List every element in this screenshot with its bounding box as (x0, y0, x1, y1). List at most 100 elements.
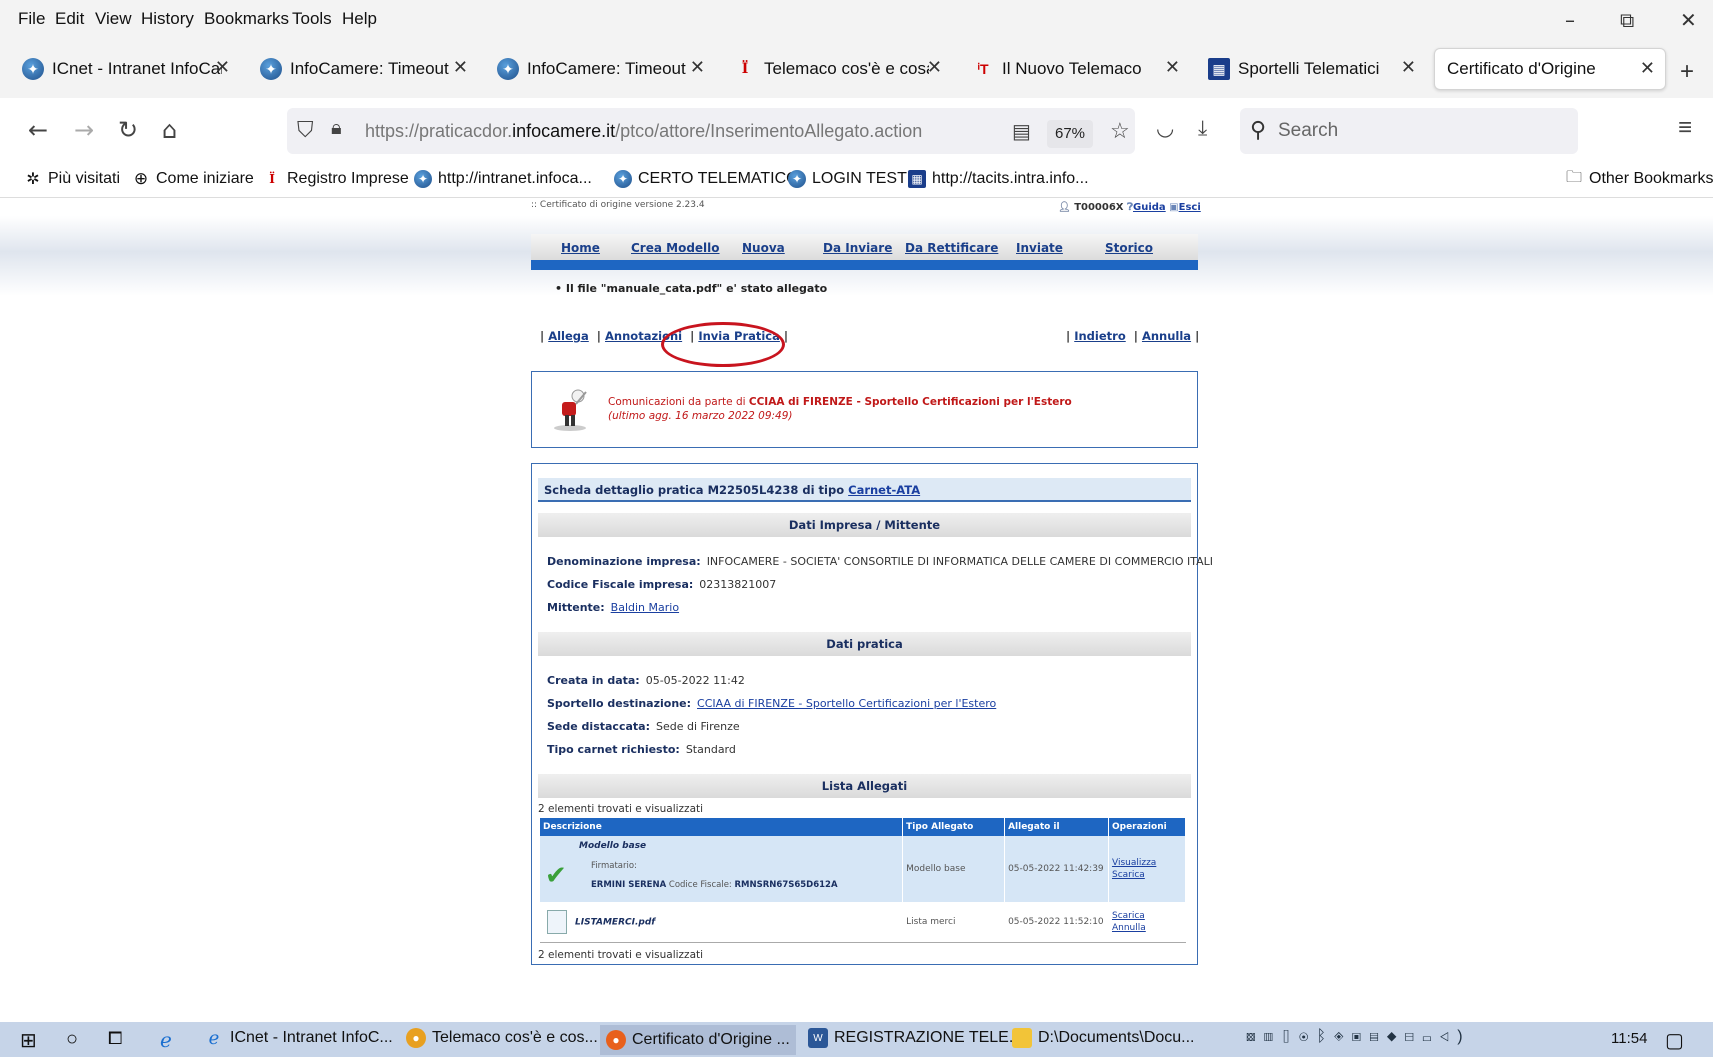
bookmark-piu-visitati[interactable]: ✲ Più visitati (24, 170, 120, 188)
menu-history[interactable]: History (141, 9, 194, 29)
attachment-name: Modello base (579, 841, 647, 851)
bookmark-intranet[interactable]: ✦ http://intranet.infoca... (414, 170, 592, 188)
indietro-link[interactable]: Indietro (1074, 329, 1126, 343)
tray-app-icon[interactable]: ▣ (1352, 1028, 1370, 1045)
tray-app-icon[interactable]: ▩ (1246, 1028, 1264, 1045)
carnet-ata-link[interactable]: Carnet-ATA (848, 483, 920, 497)
shield-icon[interactable]: ◆ (1387, 1028, 1405, 1045)
address-bar[interactable]: ⛉ 🔒︎ https://praticacdor.infocamere.it/p… (287, 108, 1135, 154)
bookmark-come-iniziare[interactable]: ⊕ Come iniziare (132, 169, 254, 188)
nav-da-inviare[interactable]: Da Inviare (823, 241, 892, 255)
nav-inviate[interactable]: Inviate (1016, 241, 1063, 255)
esci-link[interactable]: Esci (1179, 202, 1201, 213)
nav-nuova[interactable]: Nuova (742, 241, 785, 255)
hp-icon[interactable]: ◉ (1299, 1028, 1317, 1045)
bookmark-label: LOGIN TEST (812, 170, 907, 187)
nav-home[interactable]: Home (561, 241, 600, 255)
taskbar-item-word[interactable]: W REGISTRAZIONE TELE... (808, 1028, 1022, 1048)
menu-file[interactable]: File (18, 9, 45, 29)
clock[interactable]: 11:54 (1611, 1030, 1647, 1047)
lock-icon[interactable]: 🔒︎ (331, 117, 342, 140)
restore-icon[interactable]: ⧉ (1620, 8, 1634, 32)
zoom-level[interactable]: 67% (1047, 120, 1093, 148)
close-window-icon[interactable]: ✕ (1680, 8, 1697, 32)
mittente-link[interactable]: Baldin Mario (611, 601, 679, 614)
tab-icnet[interactable]: ✦ ICnet - Intranet InfoCam ✕ (12, 48, 240, 90)
menu-edit[interactable]: Edit (55, 9, 84, 29)
hamburger-menu-icon[interactable]: ≡ (1678, 114, 1692, 142)
cortana-icon[interactable]: ○ (66, 1028, 78, 1051)
reader-view-icon[interactable]: ▤ (1012, 119, 1031, 144)
shield-icon[interactable]: ⛉ (297, 117, 314, 143)
network-icon[interactable]: ⊟ (1404, 1028, 1422, 1045)
guida-link[interactable]: Guida (1133, 202, 1166, 213)
scarica-link[interactable]: Scarica (1112, 910, 1182, 922)
menu-bookmarks[interactable]: Bookmarks (204, 9, 289, 29)
bluetooth-icon[interactable]: ᛒ (1316, 1028, 1334, 1045)
tab-telemaco[interactable]: Ϊ Telemaco cos'è e cosa pu ✕ (724, 48, 952, 90)
scarica-link[interactable]: Scarica (1112, 869, 1182, 881)
download-icon[interactable]: ⤓ (1198, 116, 1207, 141)
forward-icon[interactable]: → (74, 116, 94, 144)
menu-tools[interactable]: Tools (292, 9, 332, 29)
allega-link[interactable]: Allega (548, 329, 589, 343)
bookmark-tacits[interactable]: ▦ http://tacits.intra.info... (908, 170, 1089, 188)
notification-icon[interactable]: ▢ (1665, 1028, 1684, 1053)
menu-help[interactable]: Help (342, 9, 377, 29)
close-tab-icon[interactable]: ✕ (927, 57, 942, 78)
bookmark-certo-telematico[interactable]: ✦ CERTO TELEMATICO (614, 170, 799, 188)
new-tab-icon[interactable]: + (1680, 58, 1694, 86)
tray-app-icon[interactable]: ▥ (1264, 1028, 1282, 1045)
table-row: LISTAMERCI.pdf Lista merci 05-05-2022 11… (540, 902, 1187, 943)
home-icon[interactable]: ⌂ (162, 116, 177, 144)
close-tab-icon[interactable]: ✕ (690, 57, 705, 78)
sportello-link[interactable]: CCIAA di FIRENZE - Sportello Certificazi… (697, 697, 996, 710)
taskbar-item-explorer[interactable]: D:\Documents\Docu... (1012, 1028, 1195, 1048)
other-bookmarks[interactable]: 🗀 Other Bookmarks (1565, 169, 1713, 188)
task-view-icon[interactable]: ⧠ (108, 1028, 122, 1049)
windows-start-icon[interactable]: ⊞ (20, 1028, 37, 1053)
annulla-attachment-link[interactable]: Annulla (1112, 922, 1182, 934)
pocket-icon[interactable]: ◡ (1156, 116, 1174, 140)
nav-da-rettificare[interactable]: Da Rettificare (905, 241, 998, 255)
url-text[interactable]: https://praticacdor.infocamere.it/ptco/a… (365, 121, 922, 142)
taskbar-item-telemaco[interactable]: ● Telemaco cos'è e cos... (406, 1028, 598, 1048)
usb-icon[interactable]: ⌷ (1281, 1028, 1299, 1045)
taskbar-item-certificato[interactable]: ● Certificato d'Origine ... (600, 1025, 796, 1055)
close-tab-icon[interactable]: ✕ (1165, 57, 1180, 78)
column-descrizione: Descrizione (540, 818, 904, 836)
tab-nuovo-telemaco[interactable]: ⁱT Il Nuovo Telemaco ✕ (962, 48, 1190, 90)
search-input[interactable]: ⚲ Search (1240, 108, 1578, 154)
close-tab-icon[interactable]: ✕ (1640, 58, 1655, 79)
search-icon: ⚲ (1250, 117, 1267, 142)
close-tab-icon[interactable]: ✕ (453, 57, 468, 78)
minimize-icon[interactable]: – (1565, 8, 1575, 32)
edge-icon[interactable]: ℯ (160, 1028, 172, 1053)
section-lista-allegati: Lista Allegati (538, 774, 1191, 798)
annulla-link[interactable]: Annulla (1142, 329, 1191, 343)
nav-storico[interactable]: Storico (1105, 241, 1153, 255)
battery-icon[interactable]: ▭ (1422, 1028, 1440, 1045)
star-icon[interactable]: ☆ (1110, 118, 1130, 144)
nav-crea-modello[interactable]: Crea Modello (631, 241, 720, 255)
tab-sportelli-telematici[interactable]: ▦ Sportelli Telematici ✕ (1198, 48, 1426, 90)
tray-app-icon[interactable]: ◈ (1334, 1028, 1352, 1045)
tray-app-icon[interactable]: ▤ (1369, 1028, 1387, 1045)
back-icon[interactable]: ← (28, 116, 48, 144)
close-tab-icon[interactable]: ✕ (215, 57, 230, 78)
tab-infocamere-timeout-1[interactable]: ✦ InfoCamere: Timeout ✕ (250, 48, 478, 90)
visualizza-link[interactable]: Visualizza (1112, 857, 1182, 869)
taskbar-item-icnet[interactable]: ℯ ICnet - Intranet InfoC... (204, 1028, 393, 1048)
tab-infocamere-timeout-2[interactable]: ✦ InfoCamere: Timeout ✕ (487, 48, 715, 90)
bookmark-registro-imprese[interactable]: Ϊ Registro Imprese (263, 170, 409, 188)
globe-icon: ✦ (260, 58, 282, 80)
bookmark-label: http://intranet.infoca... (438, 170, 592, 187)
close-tab-icon[interactable]: ✕ (1401, 57, 1416, 78)
menu-view[interactable]: View (95, 9, 132, 29)
bookmark-login-test[interactable]: ✦ LOGIN TEST (788, 170, 907, 188)
cell-tipo: Modello base (902, 836, 1006, 902)
tab-certificato-origine[interactable]: Certificato d'Origine ✕ (1434, 48, 1666, 90)
column-allegato-il: Allegato il (1004, 818, 1109, 836)
volume-icon[interactable]: ◁) (1440, 1028, 1471, 1045)
reload-icon[interactable]: ↻ (118, 116, 138, 144)
